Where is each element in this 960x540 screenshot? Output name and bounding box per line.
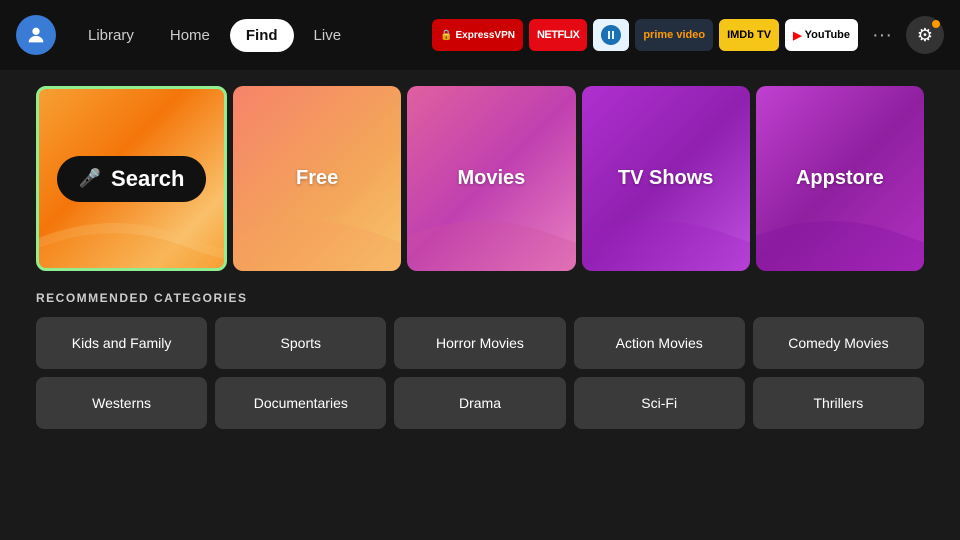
tile-free-label: Free (296, 167, 338, 190)
app-imdbtv[interactable]: IMDb TV (719, 19, 779, 51)
cat-comedy-movies[interactable]: Comedy Movies (753, 317, 924, 369)
nav-home[interactable]: Home (154, 19, 226, 52)
app-primevideo[interactable]: prime video (635, 19, 713, 51)
recommended-label: RECOMMENDED CATEGORIES (36, 291, 924, 305)
nav-live[interactable]: Live (298, 19, 358, 52)
main-content: 🎤 Search Free Movies TV Shows (0, 70, 960, 445)
tile-appstore-label: Appstore (796, 167, 884, 190)
cat-documentaries[interactable]: Documentaries (215, 377, 386, 429)
mic-icon: 🎤 (79, 168, 101, 189)
more-apps-button[interactable]: ··· (864, 20, 900, 51)
cat-drama[interactable]: Drama (394, 377, 565, 429)
app-expressvpn[interactable]: 🔒 ExpressVPN (432, 19, 523, 51)
user-avatar[interactable] (16, 15, 56, 55)
tile-tvshows-label: TV Shows (618, 167, 714, 190)
cat-action-movies[interactable]: Action Movies (574, 317, 745, 369)
settings-button[interactable]: ⚙ (906, 16, 944, 54)
nav-library[interactable]: Library (72, 19, 150, 52)
nav-links: Library Home Find Live (72, 19, 357, 52)
tile-free[interactable]: Free (233, 86, 401, 271)
nav-apps: 🔒 ExpressVPN NETFLIX prime video IMDb TV… (432, 16, 944, 54)
cat-sci-fi[interactable]: Sci-Fi (574, 377, 745, 429)
nav-find[interactable]: Find (230, 19, 294, 52)
cat-westerns[interactable]: Westerns (36, 377, 207, 429)
tile-movies-label: Movies (458, 167, 526, 190)
tile-movies[interactable]: Movies (407, 86, 575, 271)
app-netflix[interactable]: NETFLIX (529, 19, 587, 51)
tile-appstore[interactable]: Appstore (756, 86, 924, 271)
search-pill: 🎤 Search (57, 156, 207, 202)
category-tiles: 🎤 Search Free Movies TV Shows (36, 86, 924, 271)
app-youtube[interactable]: ▶ YouTube (785, 19, 858, 51)
cat-horror-movies[interactable]: Horror Movies (394, 317, 565, 369)
top-nav: Library Home Find Live 🔒 ExpressVPN NETF… (0, 0, 960, 70)
settings-notification-dot (932, 20, 940, 28)
cat-sports[interactable]: Sports (215, 317, 386, 369)
app-freefire[interactable] (593, 19, 629, 51)
search-tile-label: Search (111, 166, 184, 192)
tile-tvshows[interactable]: TV Shows (582, 86, 750, 271)
category-grid: Kids and Family Sports Horror Movies Act… (36, 317, 924, 429)
cat-thrillers[interactable]: Thrillers (753, 377, 924, 429)
cat-kids-and-family[interactable]: Kids and Family (36, 317, 207, 369)
tile-search[interactable]: 🎤 Search (36, 86, 227, 271)
